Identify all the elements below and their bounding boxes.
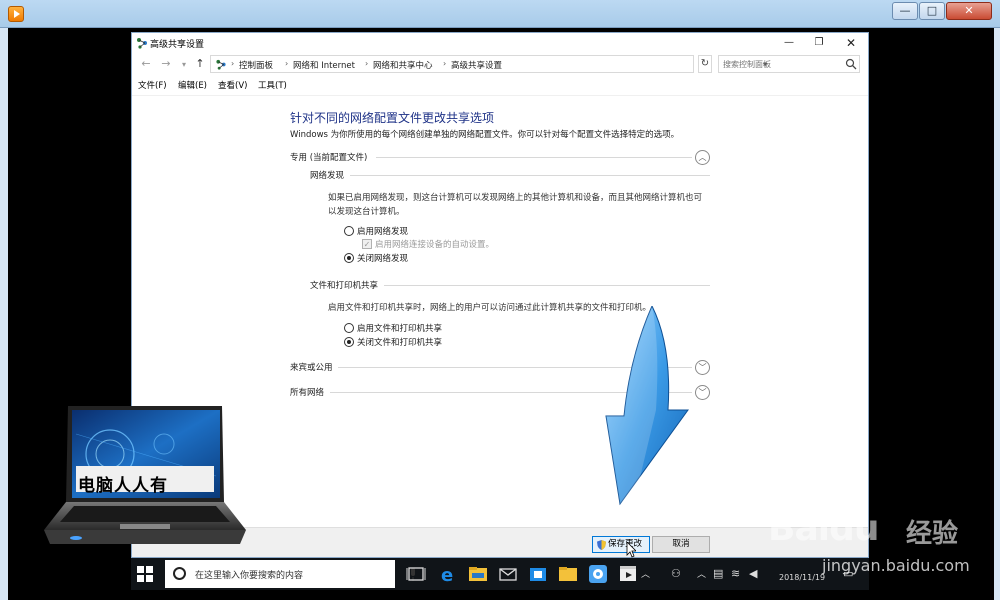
cortana-icon xyxy=(173,567,186,580)
cancel-button[interactable]: 取消 xyxy=(652,536,710,553)
mouse-cursor-icon xyxy=(626,542,636,558)
profile-guest-header[interactable]: 来宾或公用 xyxy=(290,361,333,373)
save-changes-button[interactable]: 保存更改 xyxy=(592,536,650,553)
refresh-button[interactable]: ↻ xyxy=(698,55,712,73)
recent-locations-chevron-icon[interactable]: ▾ xyxy=(176,60,192,69)
windows-start-icon[interactable] xyxy=(137,566,153,582)
network-tray-icon[interactable]: ▤ xyxy=(713,567,723,580)
section-divider xyxy=(376,157,692,158)
search-box[interactable] xyxy=(718,55,860,73)
window-titlebar: 高级共享设置 — ❐ ✕ xyxy=(132,33,868,53)
search-icon[interactable] xyxy=(845,58,857,70)
network-discovery-heading: 网络发现 xyxy=(310,171,345,181)
menu-bar: 文件(F) 编辑(E) 查看(V) 工具(T) xyxy=(132,77,868,93)
tray-overflow-icon[interactable]: ︿ xyxy=(697,567,706,580)
breadcrumb-separator-icon: › xyxy=(443,59,447,68)
player-app-icon xyxy=(8,6,24,22)
maximize-button[interactable]: ❐ xyxy=(804,34,834,52)
disable-discovery-label: 关闭网络发现 xyxy=(357,254,409,264)
breadcrumb-separator-icon: › xyxy=(231,59,235,68)
player-close-button[interactable]: ✕ xyxy=(946,2,992,20)
volume-icon[interactable]: ◀ xyxy=(749,567,757,580)
control-panel-icon[interactable] xyxy=(587,563,609,585)
player-left-border xyxy=(0,28,8,600)
shield-icon xyxy=(597,540,606,550)
subsection-divider xyxy=(350,175,710,176)
menu-tools[interactable]: 工具(T) xyxy=(258,79,287,91)
taskbar-search-placeholder[interactable]: 在这里输入你要搜索的内容 xyxy=(195,568,303,581)
menu-file[interactable]: 文件(F) xyxy=(138,79,167,91)
page-title: 针对不同的网络配置文件更改共享选项 xyxy=(290,111,495,125)
close-button[interactable]: ✕ xyxy=(836,34,866,52)
player-maximize-button[interactable]: □ xyxy=(919,2,945,20)
file-explorer-active-icon[interactable] xyxy=(557,563,579,585)
search-input[interactable] xyxy=(723,57,841,71)
profile-all-header[interactable]: 所有网络 xyxy=(290,386,324,398)
profile-private-header[interactable]: 专用 (当前配置文件) xyxy=(290,151,367,163)
back-arrow-icon[interactable]: ← xyxy=(138,57,154,70)
page-description: Windows 为你所使用的每个网络创建单独的网络配置文件。你可以针对每个配置文… xyxy=(290,130,680,140)
breadcrumb-network-internet[interactable]: 网络和 Internet xyxy=(293,59,355,71)
radio-disable-file-sharing[interactable] xyxy=(344,337,354,347)
subsection-divider xyxy=(384,285,710,286)
save-changes-label: 保存更改 xyxy=(608,539,643,549)
taskbar-date[interactable]: 2018/11/19 xyxy=(779,573,825,582)
edge-browser-icon[interactable]: e xyxy=(437,563,459,585)
watermark-url: jingyan.baidu.com xyxy=(822,556,970,575)
file-sharing-heading: 文件和打印机共享 xyxy=(310,281,379,291)
window-title: 高级共享设置 xyxy=(150,40,205,50)
store-icon[interactable] xyxy=(527,563,549,585)
breadcrumb-control-panel[interactable]: 控制面板 xyxy=(239,59,273,71)
file-explorer-icon[interactable] xyxy=(467,563,489,585)
forward-arrow-icon[interactable]: → xyxy=(158,57,174,70)
menu-edit[interactable]: 编辑(E) xyxy=(178,79,207,91)
radio-enable-discovery[interactable] xyxy=(344,226,354,236)
disable-file-sharing-label: 关闭文件和打印机共享 xyxy=(357,338,443,348)
breadcrumb-separator-icon: › xyxy=(365,59,369,68)
breadcrumb-network-sharing-center[interactable]: 网络和共享中心 xyxy=(373,59,433,71)
radio-enable-file-sharing[interactable] xyxy=(344,323,354,333)
auto-setup-checkbox: ✓ xyxy=(362,239,372,249)
network-icon xyxy=(137,38,147,49)
menu-view[interactable]: 查看(V) xyxy=(218,79,247,91)
player-titlebar: — □ ✕ xyxy=(0,0,1000,28)
svg-text:e: e xyxy=(441,565,453,585)
task-view-icon[interactable] xyxy=(405,563,427,585)
taskbar-search-box[interactable]: 在这里输入你要搜索的内容 xyxy=(165,560,415,588)
address-bar[interactable]: › 控制面板 › 网络和 Internet › 网络和共享中心 › 高级共享设置… xyxy=(210,55,767,73)
network-discovery-description: 如果已启用网络发现，则这台计算机可以发现网络上的其他计算机和设备，而且其他网络计… xyxy=(328,193,703,217)
up-arrow-icon[interactable]: ↑ xyxy=(192,57,208,70)
wifi-icon[interactable]: ≋ xyxy=(731,567,740,580)
network-icon xyxy=(216,59,226,70)
player-right-border xyxy=(994,28,1000,600)
address-row: ← → ▾ ↑ › 控制面板 › 网络和 Internet › 网络和共享中心 … xyxy=(132,53,868,77)
laptop-caption: 电脑人人有 xyxy=(78,476,168,496)
collapse-chevron-icon[interactable]: ︿ xyxy=(695,150,710,165)
watermark-text: 经验 xyxy=(906,519,959,549)
scroll-chevron-icon[interactable]: ︿ xyxy=(641,567,650,580)
baidu-watermark-logo: Baidu xyxy=(768,508,879,549)
radio-disable-discovery[interactable] xyxy=(344,253,354,263)
breadcrumb-separator-icon: › xyxy=(285,59,289,68)
enable-file-sharing-label: 启用文件和打印机共享 xyxy=(357,324,443,334)
taskbar: 在这里输入你要搜索的内容 e ︿ ⚇ ︿ ▤ ≋ ◀ 2018/11/19 ▭ xyxy=(131,558,869,590)
down-arrow-icon xyxy=(605,306,689,506)
video-player-icon[interactable] xyxy=(617,563,639,585)
minimize-button[interactable]: — xyxy=(774,34,804,52)
people-icon[interactable]: ⚇ xyxy=(671,567,681,580)
content-divider xyxy=(132,95,868,96)
breadcrumb-advanced-sharing[interactable]: 高级共享设置 xyxy=(451,59,502,71)
enable-discovery-label: 启用网络发现 xyxy=(357,227,409,237)
mail-icon[interactable] xyxy=(497,563,519,585)
player-minimize-button[interactable]: — xyxy=(892,2,918,20)
auto-setup-label: 启用网络连接设备的自动设置。 xyxy=(375,240,495,250)
